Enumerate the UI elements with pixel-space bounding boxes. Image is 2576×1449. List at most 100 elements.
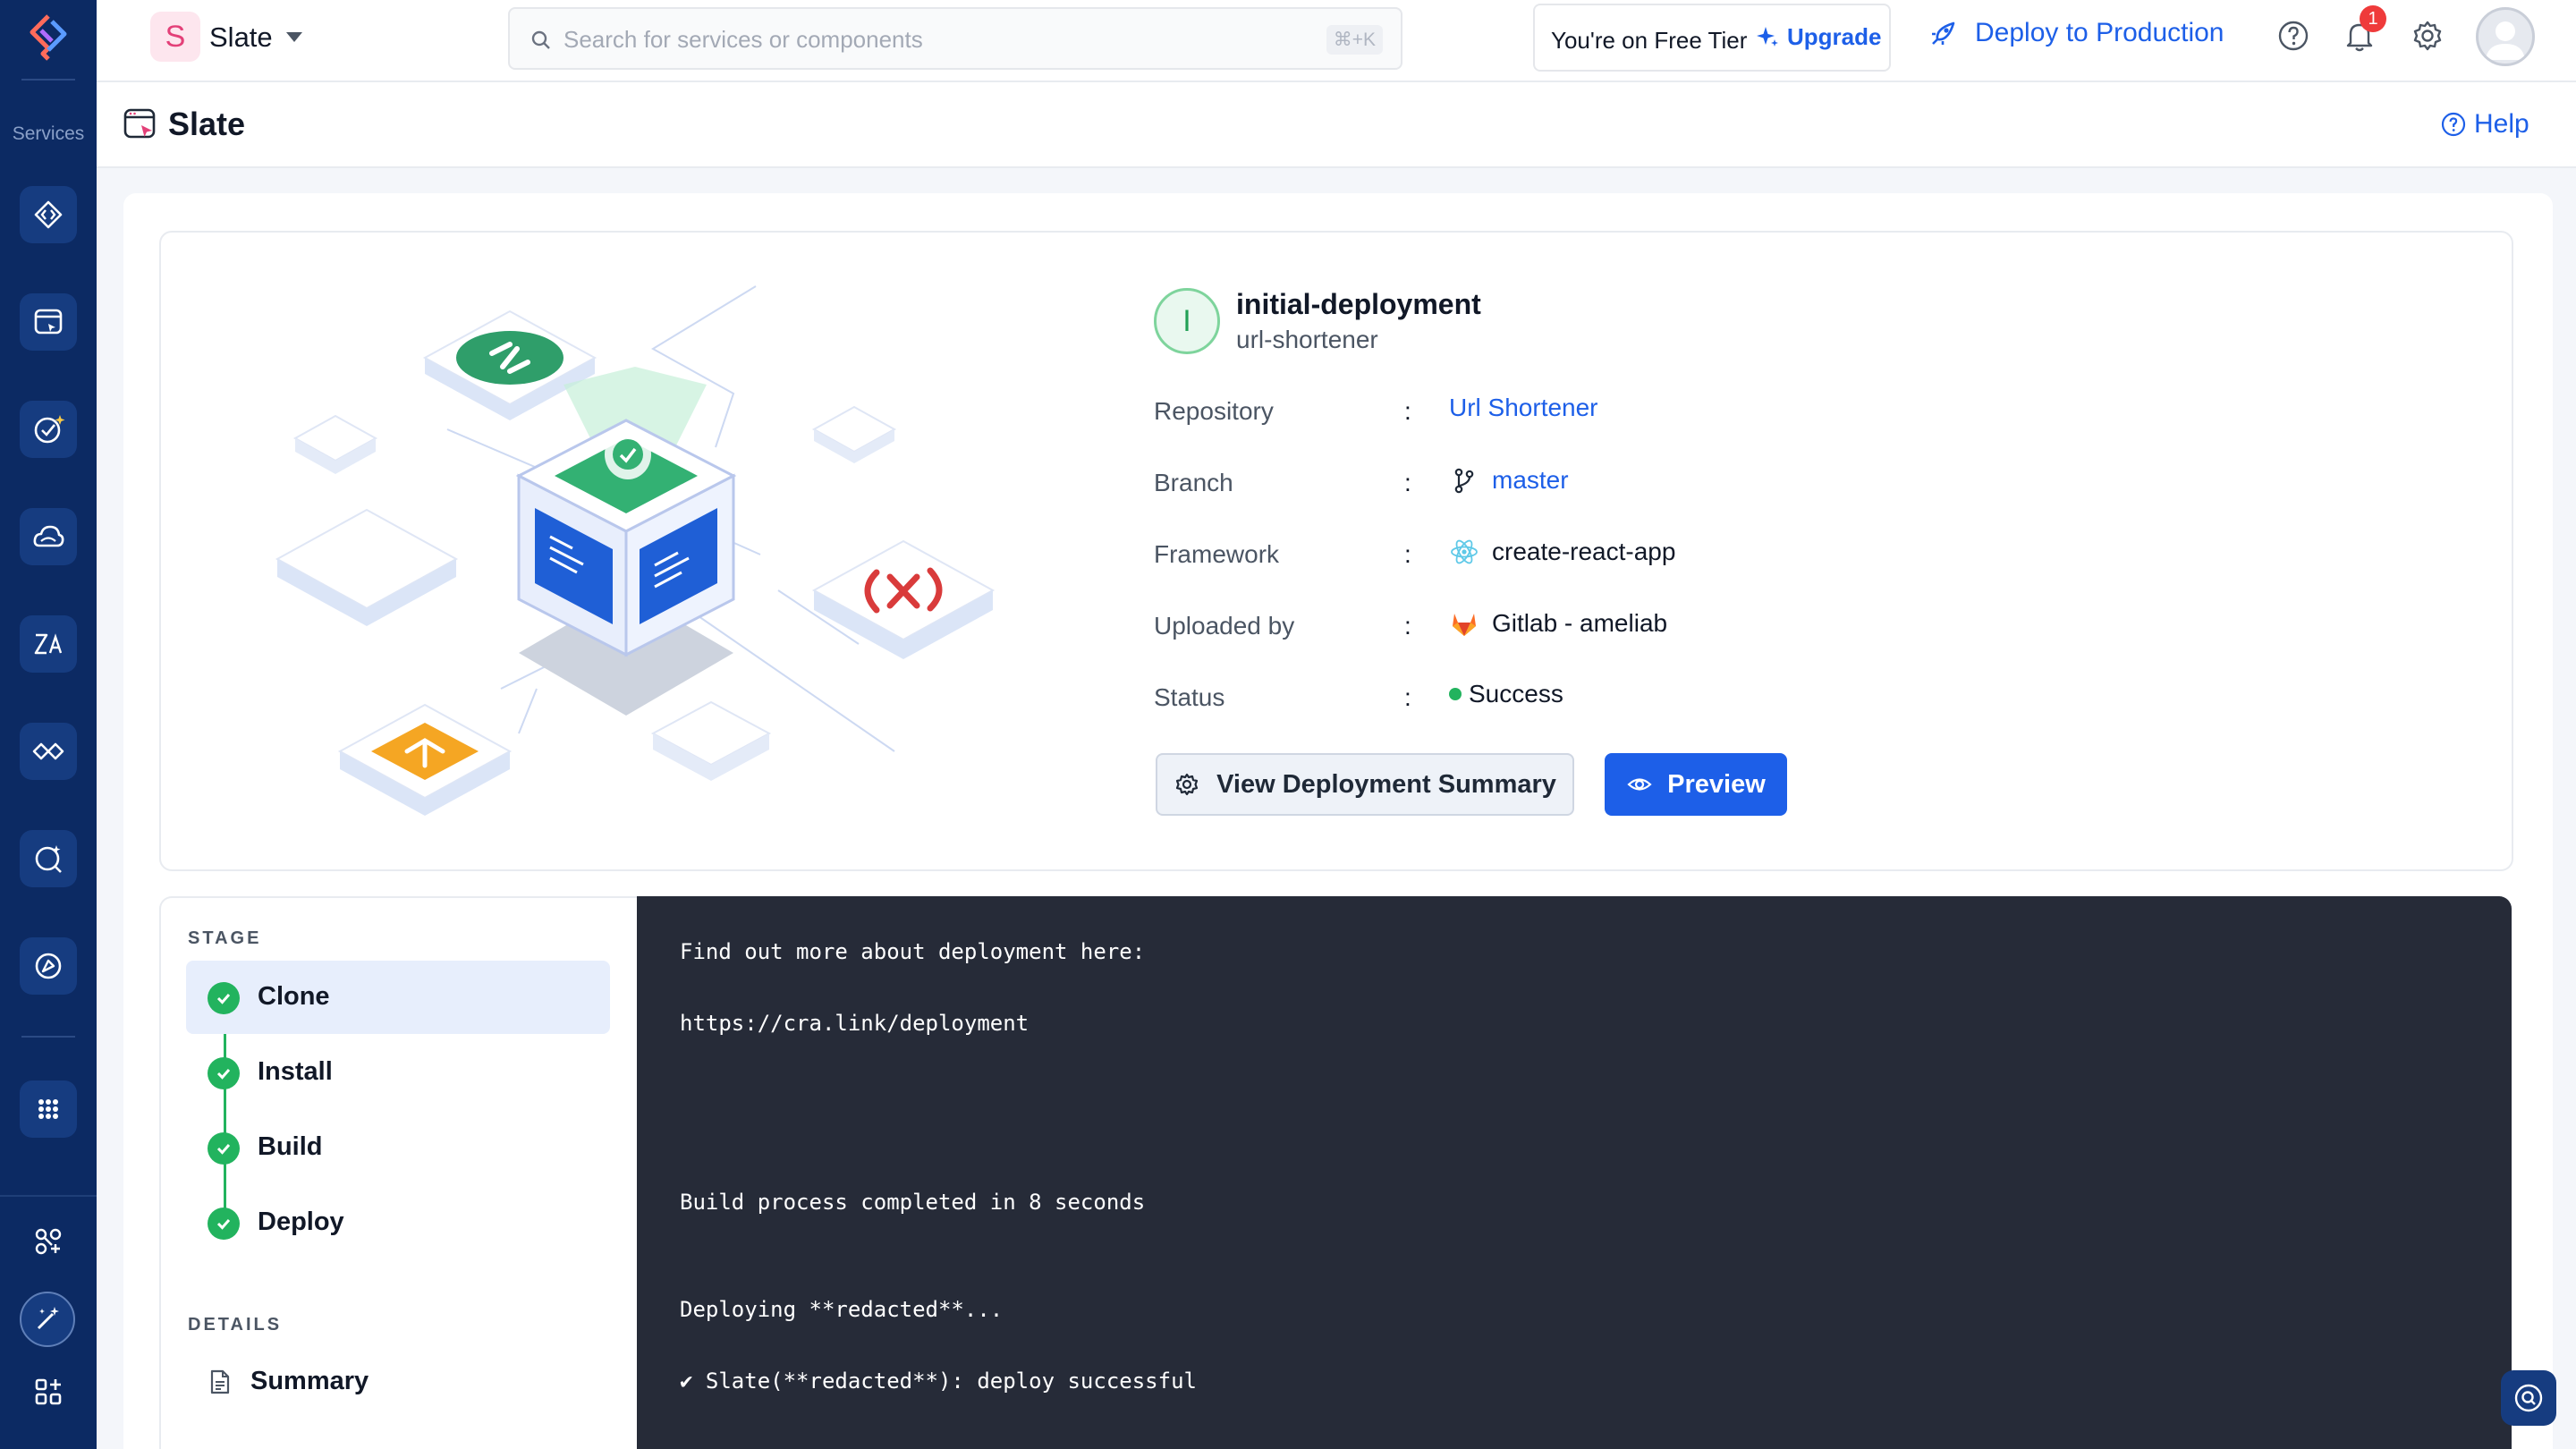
services-caption: Services: [12, 123, 85, 144]
contentstack-logo-icon[interactable]: [25, 13, 72, 63]
launch-icon[interactable]: [20, 937, 77, 995]
preview-button[interactable]: Preview: [1605, 753, 1787, 816]
slate-window-icon: [123, 108, 156, 139]
separator: :: [1404, 612, 1411, 640]
status-row: Status : Success: [1154, 680, 2227, 716]
uploaded-by-label: Uploaded by: [1154, 612, 1295, 640]
red-brackets-tile: [811, 539, 996, 659]
top-bar: S Slate ⌘+K You're on Free Tier Upgrade …: [97, 0, 2576, 82]
caret-down-icon[interactable]: [286, 32, 302, 42]
stage-clone[interactable]: Clone: [186, 961, 610, 1034]
stage-label: Clone: [258, 982, 330, 1011]
tile-right: [811, 405, 897, 463]
stage-label: Deploy: [258, 1208, 344, 1236]
central-deploy-box: [515, 367, 737, 716]
magic-wand-icon[interactable]: [20, 1292, 75, 1347]
framework-label: Framework: [1154, 540, 1280, 568]
deployment-name: initial-deployment: [1236, 288, 1481, 320]
status-text: Success: [1469, 680, 1563, 708]
help-circle-icon: [2441, 112, 2466, 137]
log-line: ✔ Slate(**redacted**): deploy successful: [680, 1368, 1197, 1394]
help-link[interactable]: Help: [2440, 109, 2529, 140]
help-label: Help: [2474, 109, 2529, 139]
upgrade-link[interactable]: Upgrade: [1755, 23, 1881, 51]
gear-icon: [1175, 773, 1199, 796]
details-section-label: DETAILS: [188, 1315, 283, 1335]
stage-label: Install: [258, 1057, 333, 1086]
search-icon: [531, 30, 550, 49]
project-avatar[interactable]: S: [150, 12, 200, 62]
log-line: Build process completed in 8 seconds: [680, 1190, 1146, 1215]
check-circle-icon: [208, 982, 240, 1014]
slate-window-icon[interactable]: [20, 293, 77, 351]
deployment-initial-badge: I: [1154, 288, 1220, 354]
rail-divider: [21, 1036, 75, 1038]
rocket-icon: [1932, 21, 1955, 45]
sparkle-icon: [1757, 26, 1778, 47]
connectors-icon[interactable]: [20, 723, 77, 780]
framework-value: create-react-app: [1449, 537, 1675, 567]
details-summary-item[interactable]: Summary: [208, 1367, 369, 1396]
status-label: Status: [1154, 683, 1225, 711]
apps-grid-icon[interactable]: [20, 1080, 77, 1138]
log-line: Deploying **redacted**...: [680, 1297, 1004, 1322]
separator: :: [1404, 469, 1411, 496]
rail-divider: [21, 79, 75, 80]
separator: :: [1404, 540, 1411, 568]
link-tile: [422, 309, 597, 420]
testing-check-icon[interactable]: [20, 401, 77, 458]
search-circle-icon: [2514, 1384, 2543, 1412]
tier-banner: You're on Free Tier Upgrade: [1533, 4, 1891, 72]
view-deployment-summary-button[interactable]: View Deployment Summary: [1156, 753, 1574, 816]
stage-section-label: STAGE: [188, 928, 262, 948]
log-line: Find out more about deployment here:: [680, 939, 1146, 964]
stage-build[interactable]: Build: [186, 1111, 610, 1184]
branch-value: master: [1492, 466, 1569, 494]
stage-deploy[interactable]: Deploy: [186, 1186, 610, 1259]
deployment-log-terminal[interactable]: Find out more about deployment here: htt…: [637, 896, 2512, 1449]
repository-link[interactable]: Url Shortener: [1449, 394, 1598, 422]
notification-count-badge: 1: [2360, 5, 2386, 32]
project-switcher[interactable]: Slate: [209, 21, 273, 54]
framework-row: Framework : create-react-app: [1154, 537, 2227, 572]
check-circle-icon: [208, 1057, 240, 1089]
tile-large-left: [275, 508, 459, 626]
merge-tile: [337, 703, 513, 816]
code-bracket-icon[interactable]: [20, 186, 77, 243]
search-input[interactable]: [564, 20, 1279, 59]
cloud-icon[interactable]: [20, 508, 77, 565]
summary-label: Summary: [250, 1367, 369, 1395]
stage-install[interactable]: Install: [186, 1036, 610, 1109]
translate-icon[interactable]: [20, 615, 77, 673]
document-icon: [210, 1369, 230, 1394]
help-circle-icon[interactable]: [2275, 18, 2311, 54]
stages-panel: STAGE Clone Install Build Deploy DETAILS…: [159, 896, 637, 1449]
repository-row: Repository : Url Shortener: [1154, 394, 2227, 429]
page-header: Slate Help: [97, 82, 2576, 168]
branch-link[interactable]: master: [1449, 465, 1569, 496]
search-assistant-button[interactable]: [2501, 1370, 2556, 1426]
search-shortcut: ⌘+K: [1326, 25, 1383, 55]
gear-icon[interactable]: [2410, 18, 2445, 54]
insights-icon[interactable]: [20, 830, 77, 887]
uploaded-by-row: Uploaded by : Gitlab - ameliab: [1154, 608, 2227, 644]
add-widget-icon[interactable]: [20, 1363, 77, 1420]
check-circle-icon: [208, 1132, 240, 1165]
search-box[interactable]: ⌘+K: [508, 7, 1402, 70]
user-avatar[interactable]: [2476, 7, 2535, 66]
view-deployment-summary-label: View Deployment Summary: [1216, 769, 1556, 799]
integrations-icon[interactable]: [20, 1213, 77, 1270]
separator: :: [1404, 397, 1411, 425]
tile-left: [292, 414, 378, 474]
branch-row: Branch : master: [1154, 465, 2227, 501]
repository-label: Repository: [1154, 397, 1274, 425]
eye-icon: [1627, 778, 1652, 791]
status-value: Success: [1449, 680, 1563, 708]
check-circle-icon: [208, 1208, 240, 1240]
page-title: Slate: [168, 106, 246, 142]
log-line: https://cra.link/deployment: [680, 1011, 1030, 1036]
react-icon: [1451, 539, 1478, 564]
uploaded-by-text: Gitlab - ameliab: [1492, 609, 1668, 637]
tile-bottom: [650, 700, 772, 781]
deploy-to-production-button[interactable]: Deploy to Production: [1928, 18, 2224, 48]
